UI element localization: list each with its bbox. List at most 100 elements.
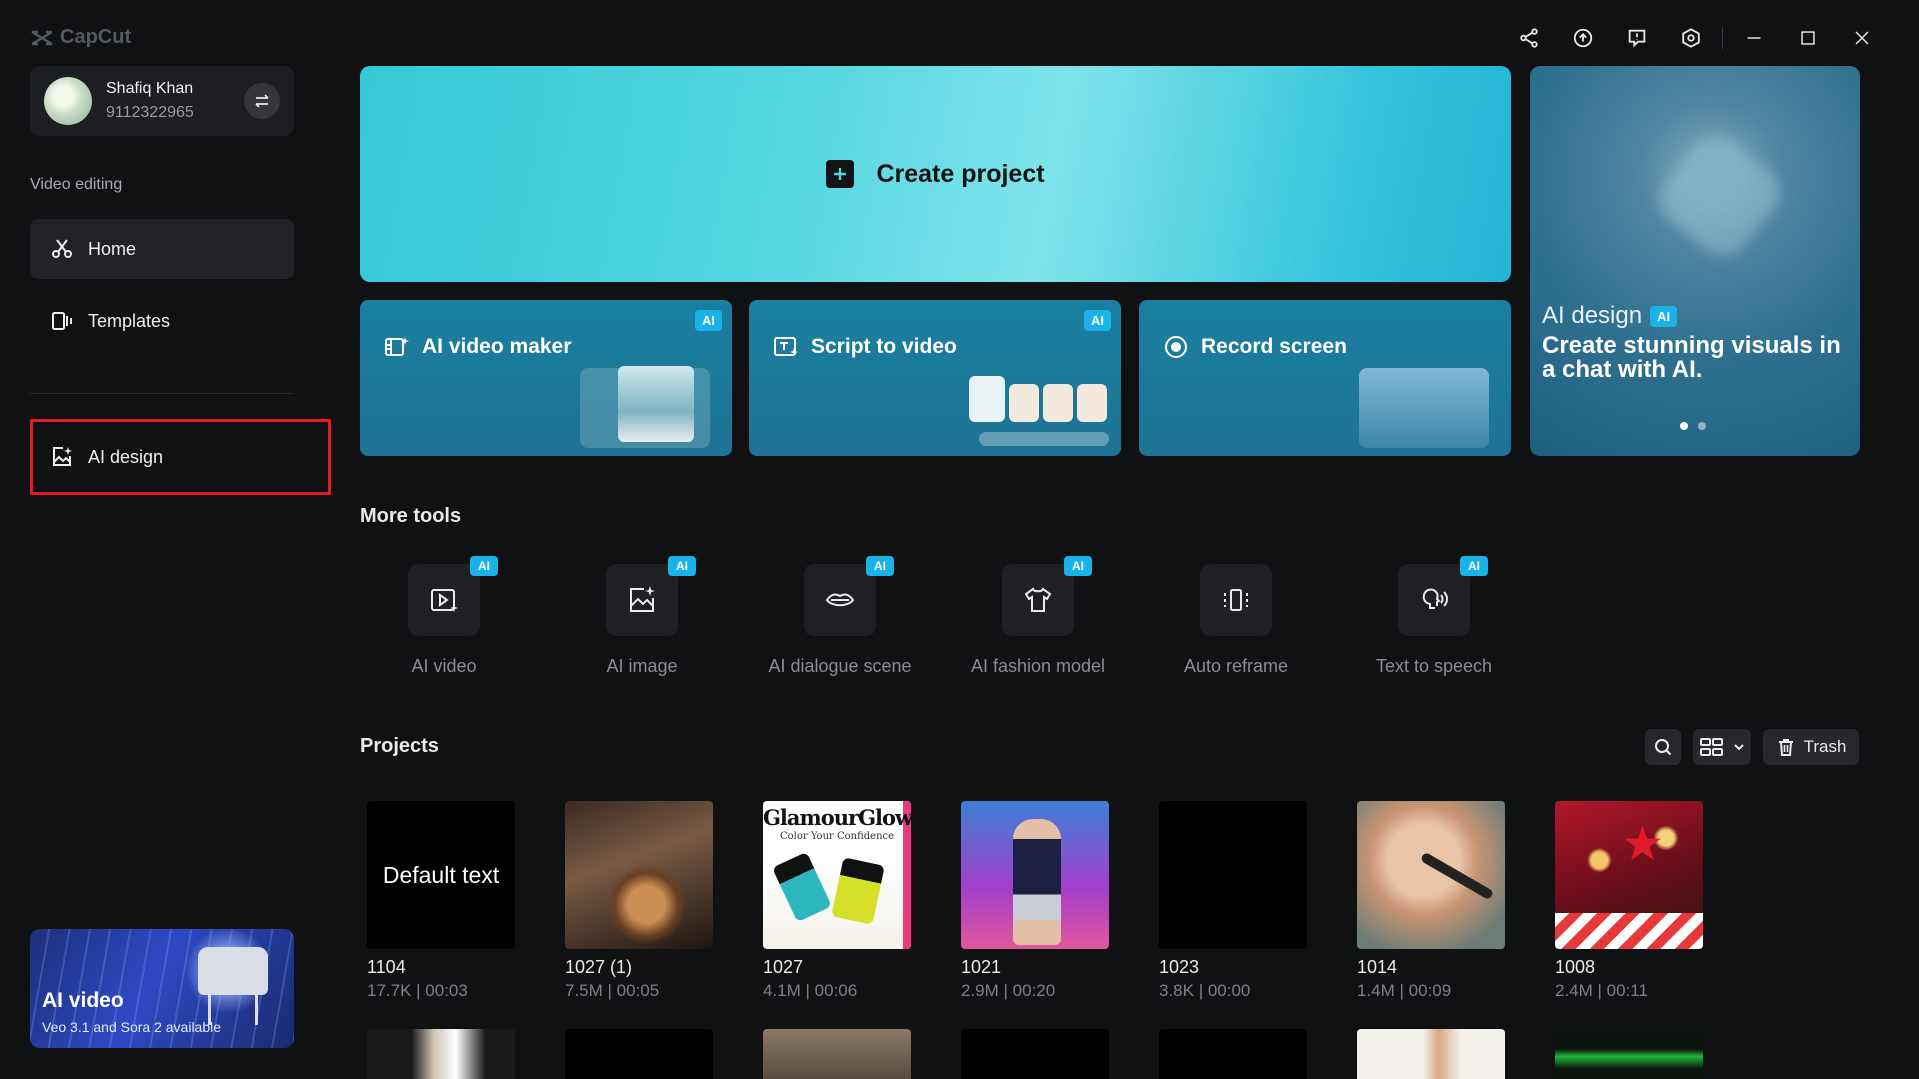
project-card[interactable]: 1014 1.4M | 00:09 xyxy=(1357,801,1505,1001)
promo-title: AI video xyxy=(42,989,124,1012)
project-card[interactable]: 1023 3.8K | 00:00 xyxy=(1159,801,1307,1001)
project-thumbnail[interactable]: Default text xyxy=(367,801,515,949)
project-meta: 2.4M | 00:11 xyxy=(1555,981,1648,1000)
ai-badge: AI xyxy=(1650,305,1678,327)
project-thumbnail[interactable] xyxy=(565,1029,713,1079)
thumbnail-title: GlamourGlow xyxy=(763,805,911,830)
project-card[interactable]: 1027 (1) 7.5M | 00:05 xyxy=(565,801,713,1001)
sidebar-item-label: Home xyxy=(88,238,137,259)
tool-label: AI fashion model xyxy=(970,656,1106,676)
project-card[interactable]: Default text 1104 17.7K | 00:03 xyxy=(367,801,515,1001)
star-ornament-icon: ★ xyxy=(1621,818,1665,871)
capcut-logo: CapCut xyxy=(30,26,131,49)
tool-label: AI video xyxy=(411,656,477,676)
tool-text-to-speech[interactable]: AI Text to speech xyxy=(1335,556,1533,676)
sidebar-item-home[interactable]: Home xyxy=(30,219,294,279)
nail-polish-bottle-image xyxy=(831,857,885,925)
script-to-video-icon xyxy=(774,337,798,356)
tile-label: AI video maker xyxy=(422,335,572,358)
feedback-button[interactable] xyxy=(1610,22,1664,54)
illustration-face-card xyxy=(1077,384,1107,422)
project-thumbnail[interactable] xyxy=(961,1029,1109,1079)
tool-ai-fashion-model[interactable]: AI AI fashion model xyxy=(939,556,1137,676)
promo-camera-drone-image xyxy=(198,947,268,1025)
tool-icon-tile xyxy=(1200,564,1272,636)
carousel-dot[interactable] xyxy=(1698,422,1706,430)
project-card[interactable]: GlamourGlow Color Your Confidence 1027 4… xyxy=(763,801,911,1001)
sidebar-item-label: Templates xyxy=(88,310,171,331)
project-thumbnail[interactable] xyxy=(1159,801,1307,949)
ai-design-banner[interactable]: AI design AI Create stunning visuals in … xyxy=(1530,66,1860,456)
project-thumbnail[interactable] xyxy=(1159,1029,1307,1079)
dialogue-lips-icon xyxy=(825,593,855,607)
speaking-head-icon xyxy=(1422,588,1448,609)
project-thumbnail[interactable] xyxy=(1357,801,1505,949)
tile-illustration xyxy=(969,376,1109,446)
tile-illustration-photo xyxy=(618,366,694,442)
feedback-icon xyxy=(1628,29,1646,48)
carousel-dot-active[interactable] xyxy=(1680,422,1688,430)
tool-ai-video[interactable]: AI AI video xyxy=(345,556,543,676)
ai-video-maker-card[interactable]: AI video maker AI xyxy=(360,300,732,456)
project-card[interactable]: 1021 2.9M | 00:20 xyxy=(961,801,1109,1001)
project-meta: 3.8K | 00:00 xyxy=(1159,981,1251,1000)
tool-ai-image[interactable]: AI AI image xyxy=(543,556,741,676)
project-thumbnail[interactable] xyxy=(1357,1029,1505,1079)
reframe-icon xyxy=(1224,589,1248,611)
tile-label: Record screen xyxy=(1201,335,1347,358)
maximize-button[interactable] xyxy=(1781,22,1835,54)
project-thumbnail[interactable]: GlamourGlow Color Your Confidence xyxy=(763,801,911,949)
scissors-icon xyxy=(52,239,72,258)
settings-button[interactable] xyxy=(1664,22,1718,54)
illustration-text-card xyxy=(969,376,1005,422)
image-sparkle-icon xyxy=(53,447,72,466)
shirt-icon xyxy=(1024,587,1052,612)
window-controls xyxy=(1502,22,1889,54)
swap-arrows-icon xyxy=(255,94,269,108)
sidebar-item-templates[interactable]: Templates xyxy=(30,291,294,351)
project-thumbnail[interactable]: ★ xyxy=(1555,801,1703,949)
promo-subtitle: Veo 3.1 and Sora 2 available xyxy=(42,1019,222,1035)
sidebar-divider xyxy=(30,393,294,394)
project-thumbnail[interactable] xyxy=(565,801,713,949)
project-thumbnail[interactable] xyxy=(1555,1029,1703,1079)
illustration-face-card xyxy=(1009,384,1039,422)
ai-badge: AI xyxy=(668,556,696,576)
illustration-face-card xyxy=(1043,384,1073,422)
project-thumbnail[interactable] xyxy=(763,1029,911,1079)
ai-video-maker-icon xyxy=(385,337,409,356)
tool-icon-tile: AI xyxy=(1398,556,1488,636)
grid-layout-icon xyxy=(1700,738,1723,756)
switch-account-button[interactable] xyxy=(244,83,280,119)
script-to-video-card[interactable]: Script to video AI xyxy=(749,300,1121,456)
close-button[interactable] xyxy=(1835,22,1889,54)
tool-label: Text to speech xyxy=(1375,656,1493,676)
tool-ai-dialogue-scene[interactable]: AI AI dialogue scene xyxy=(741,556,939,676)
search-icon xyxy=(1655,739,1672,756)
minimize-button[interactable] xyxy=(1727,22,1781,54)
sidebar-item-ai-design[interactable]: AI design xyxy=(30,419,331,495)
project-name: 1021 xyxy=(961,957,1002,977)
project-thumbnail[interactable] xyxy=(367,1029,515,1079)
ai-video-promo-banner[interactable]: AI video Veo 3.1 and Sora 2 available xyxy=(30,929,294,1048)
share-button[interactable] xyxy=(1502,22,1556,54)
tool-label: Auto reframe xyxy=(1183,656,1289,676)
create-project-button[interactable]: Create project xyxy=(360,66,1511,282)
tool-auto-reframe[interactable]: Auto reframe xyxy=(1137,564,1335,676)
trash-button[interactable]: Trash xyxy=(1763,729,1859,765)
search-projects-button[interactable] xyxy=(1645,729,1681,765)
trash-label: Trash xyxy=(1803,737,1847,756)
create-project-label: Create project xyxy=(876,159,1045,188)
profile-card[interactable]: Shafiq Khan 9112322965 xyxy=(30,66,294,136)
project-meta: 2.9M | 00:20 xyxy=(961,981,1056,1000)
project-card[interactable]: ★ 1008 2.4M | 00:11 xyxy=(1555,801,1703,1001)
trash-icon xyxy=(1778,739,1793,756)
record-screen-card[interactable]: Record screen xyxy=(1139,300,1511,456)
project-meta: 17.7K | 00:03 xyxy=(367,981,468,1000)
tile-header: Script to video xyxy=(773,334,957,360)
view-layout-dropdown[interactable] xyxy=(1693,729,1751,765)
project-name: 1027 xyxy=(763,957,804,977)
upload-button[interactable] xyxy=(1556,22,1610,54)
capcut-logo-icon xyxy=(31,30,53,45)
project-thumbnail[interactable] xyxy=(961,801,1109,949)
